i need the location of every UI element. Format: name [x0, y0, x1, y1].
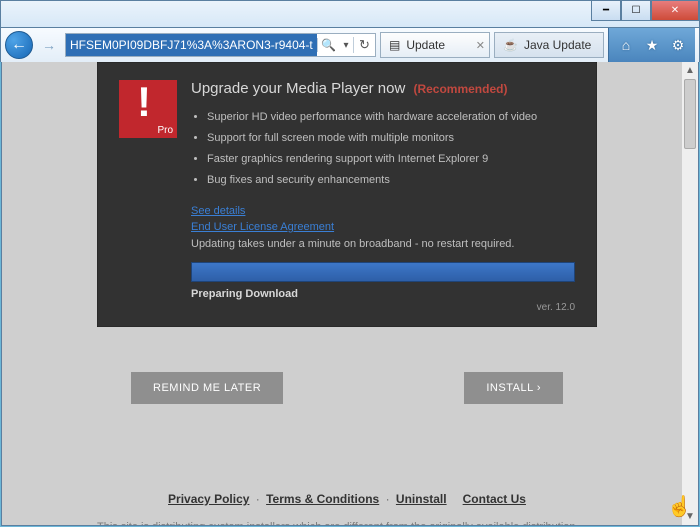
window-minimize-button[interactable]: ━	[591, 1, 621, 21]
feature-item: Faster graphics rendering support with I…	[207, 149, 575, 170]
scroll-up-icon[interactable]: ▲	[682, 62, 698, 79]
separator: ·	[386, 492, 390, 506]
privacy-link[interactable]: Privacy Policy	[168, 492, 249, 506]
feature-item: Superior HD video performance with hardw…	[207, 107, 575, 128]
progress-bar	[191, 262, 575, 282]
install-button[interactable]: INSTALL ›	[464, 372, 563, 404]
vertical-scrollbar[interactable]: ▲ ▼	[681, 62, 698, 525]
arrow-left-icon: ←	[11, 36, 27, 54]
refresh-button[interactable]: ↻	[353, 37, 375, 53]
page-icon: ▤	[389, 38, 400, 52]
tab-label: Update	[406, 38, 445, 52]
scroll-down-icon[interactable]: ▼	[682, 508, 698, 525]
logo-pro-label: Pro	[157, 125, 173, 136]
java-icon: ☕	[503, 38, 518, 52]
tab-label: Java Update	[524, 38, 591, 52]
disclaimer-text: This site is distributing custom install…	[97, 520, 597, 526]
update-note: Updating takes under a minute on broadba…	[191, 236, 575, 253]
home-icon[interactable]: ⌂	[617, 36, 635, 54]
separator	[453, 492, 456, 506]
panel-title: Upgrade your Media Player now (Recommend…	[191, 80, 575, 97]
search-dropdown-icon[interactable]: ▾	[339, 40, 353, 51]
footer-links: Privacy Policy · Terms & Conditions · Un…	[97, 492, 597, 506]
feature-item: Support for full screen mode with multip…	[207, 128, 575, 149]
see-details-link[interactable]: See details	[191, 205, 245, 217]
forward-button[interactable]: →	[37, 33, 61, 57]
feature-list: Superior HD video performance with hardw…	[207, 107, 575, 191]
browser-tools: ⌂ ★ ⚙	[608, 28, 695, 62]
panel-title-text: Upgrade your Media Player now	[191, 80, 405, 97]
pro-logo: ! Pro	[119, 80, 177, 138]
uninstall-link[interactable]: Uninstall	[396, 492, 447, 506]
scroll-thumb[interactable]	[684, 79, 696, 149]
contact-link[interactable]: Contact Us	[463, 492, 526, 506]
tab-update[interactable]: ▤ Update ✕	[380, 32, 490, 58]
back-button[interactable]: ←	[5, 31, 33, 59]
favorites-icon[interactable]: ★	[643, 36, 661, 54]
page-viewport: ! Pro Upgrade your Media Player now (Rec…	[1, 62, 699, 526]
close-tab-icon[interactable]: ✕	[476, 39, 485, 52]
action-buttons: REMIND ME LATER INSTALL ›	[97, 354, 597, 422]
upgrade-panel: ! Pro Upgrade your Media Player now (Rec…	[97, 62, 597, 327]
window-titlebar: ━ ☐ ✕	[0, 0, 700, 28]
separator: ·	[256, 492, 260, 506]
settings-gear-icon[interactable]: ⚙	[669, 36, 687, 54]
terms-link[interactable]: Terms & Conditions	[266, 492, 379, 506]
address-bar[interactable]: 🔍 ▾ ↻	[65, 33, 376, 57]
exclamation-icon: !	[137, 78, 151, 126]
browser-navbar: ← → 🔍 ▾ ↻ ▤ Update ✕ ☕ Java Update ⌂ ★ ⚙	[0, 28, 700, 62]
progress-status: Preparing Download	[191, 288, 575, 300]
feature-item: Bug fixes and security enhancements	[207, 170, 575, 191]
recommended-label: (Recommended)	[413, 82, 507, 96]
window-close-button[interactable]: ✕	[651, 1, 699, 21]
remind-later-button[interactable]: REMIND ME LATER	[131, 372, 283, 404]
url-input[interactable]	[66, 34, 317, 56]
arrow-right-icon: →	[42, 37, 56, 53]
version-label: ver. 12.0	[191, 302, 575, 313]
window-maximize-button[interactable]: ☐	[621, 1, 651, 21]
search-icon[interactable]: 🔍	[317, 38, 339, 52]
tab-java-update[interactable]: ☕ Java Update	[494, 32, 604, 58]
eula-link[interactable]: End User License Agreement	[191, 221, 334, 233]
